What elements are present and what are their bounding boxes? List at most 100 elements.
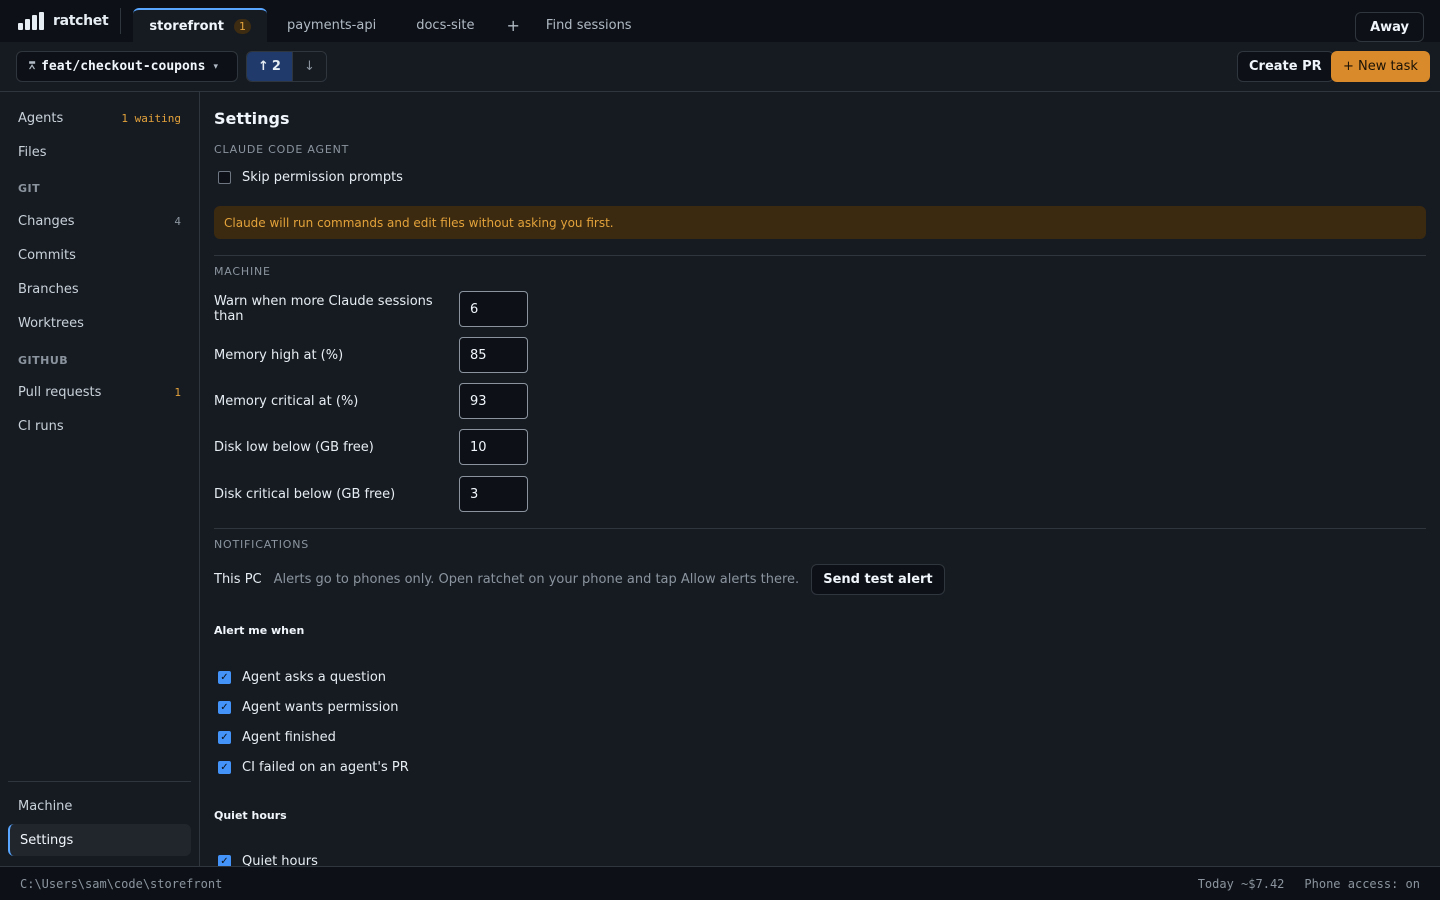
sidebar-item-label: CI runs [18, 418, 64, 434]
send-test-alert-button[interactable]: Send test alert [811, 564, 945, 595]
sidebar-section-github: GITHUB [18, 354, 69, 367]
alert-permission-checkbox[interactable]: Agent wants permission [218, 700, 398, 715]
alert-me-when-heading: Alert me when [214, 624, 305, 637]
sidebar-item-label: Pull requests [18, 384, 102, 400]
tab-label: storefront [149, 18, 224, 34]
memory-high-input[interactable] [459, 337, 528, 373]
checkbox-icon[interactable] [218, 701, 231, 714]
changes-count: 4 [174, 214, 181, 228]
status-bar: C:\Users\sam\code\storefront Today ~$7.4… [0, 866, 1440, 900]
add-tab-button[interactable]: + [495, 8, 532, 42]
checkbox-icon[interactable] [218, 731, 231, 744]
skip-permission-checkbox[interactable]: Skip permission prompts [218, 170, 403, 185]
sidebar-item-files[interactable]: Files [8, 136, 191, 168]
section-heading-notifications: NOTIFICATIONS [214, 538, 310, 551]
sidebar-item-label: Branches [18, 281, 79, 297]
sidebar-item-label: Worktrees [18, 315, 84, 331]
waiting-count: 1 waiting [121, 111, 181, 125]
find-sessions-button[interactable]: Find sessions [532, 8, 646, 42]
memory-critical-input[interactable] [459, 383, 528, 419]
sync-group: ↑ 2 ↓ [246, 51, 327, 82]
checkbox-icon[interactable] [218, 855, 231, 866]
sidebar-item-branches[interactable]: Branches [8, 273, 191, 305]
tab-docs-site[interactable]: docs-site [396, 8, 494, 42]
alert-question-checkbox[interactable]: Agent asks a question [218, 670, 386, 685]
away-button[interactable]: Away [1355, 12, 1424, 42]
field-row-sessions: Warn when more Claude sessions than [214, 291, 528, 327]
quiet-hours-heading: Quiet hours [214, 809, 287, 822]
field-label: Disk low below (GB free) [214, 439, 374, 455]
sidebar-item-label: Commits [18, 247, 76, 263]
checkbox-icon[interactable] [218, 671, 231, 684]
arrow-down-icon: ↓ [303, 59, 315, 74]
sidebar-item-label: Changes [18, 213, 75, 229]
cost-today: Today ~$7.42 [1197, 876, 1285, 891]
sidebar-item-worktrees[interactable]: Worktrees [8, 307, 191, 339]
sidebar-item-machine[interactable]: Machine [8, 790, 191, 822]
quiet-hours-checkbox[interactable]: Quiet hours [218, 854, 318, 866]
field-label: Disk critical below (GB free) [214, 486, 396, 502]
sessions-threshold-input[interactable] [459, 291, 528, 327]
sidebar-item-label: Machine [18, 798, 73, 814]
warning-banner: Claude will run commands and edit files … [214, 206, 1426, 239]
phone-access-status[interactable]: Phone access: on [1304, 877, 1420, 891]
alert-ci-failed-checkbox[interactable]: CI failed on an agent's PR [218, 760, 409, 775]
sidebar-item-label: Agents [18, 110, 64, 126]
checkbox-label: CI failed on an agent's PR [242, 760, 409, 775]
sidebar-item-agents[interactable]: Agents 1 waiting [8, 102, 191, 134]
git-branch-icon: ⩞ [29, 61, 36, 72]
tab-badge: 1 [234, 18, 251, 34]
sidebar-item-commits[interactable]: Commits [8, 239, 191, 271]
chevron-down-icon: ▾ [213, 61, 218, 72]
checkbox-label: Agent wants permission [242, 700, 399, 715]
branch-toolbar: ⩞ feat/checkout-coupons ▾ ↑ 2 ↓ Create P… [0, 42, 1440, 92]
sidebar-item-label: Files [18, 144, 47, 160]
this-pc-row: This PC Alerts go to phones only. Open r… [214, 564, 945, 595]
sidebar-item-pull-requests[interactable]: Pull requests 1 [8, 376, 191, 408]
branch-selector[interactable]: ⩞ feat/checkout-coupons ▾ [16, 51, 238, 82]
alert-finished-checkbox[interactable]: Agent finished [218, 730, 336, 745]
checkbox-label: Agent finished [242, 730, 336, 745]
sidebar-item-label: Settings [20, 832, 74, 848]
field-label: Memory critical at (%) [214, 393, 359, 409]
create-pr-button[interactable]: Create PR [1237, 51, 1334, 82]
field-label: Warn when more Claude sessions than [214, 294, 433, 324]
page-title: Settings [214, 109, 290, 128]
field-row-memory-high: Memory high at (%) [214, 337, 528, 373]
status-right: Today ~$7.42 Phone access: on [1198, 877, 1420, 891]
ratchet-logo-icon [18, 12, 44, 30]
tab-label: payments-api [287, 17, 377, 33]
pull-button[interactable]: ↓ [292, 52, 326, 81]
sidebar: Agents 1 waiting Files GIT Changes 4 Com… [0, 92, 200, 866]
sidebar-item-ci-runs[interactable]: CI runs [8, 410, 191, 442]
warning-text: Claude will run commands and edit files … [224, 215, 614, 230]
sidebar-item-settings[interactable]: Settings [8, 824, 191, 856]
disk-critical-input[interactable] [459, 476, 528, 512]
checkbox-icon[interactable] [218, 171, 231, 184]
field-row-memory-critical: Memory critical at (%) [214, 383, 528, 419]
top-tab-bar: ratchet storefront 1 payments-api docs-s… [0, 0, 1440, 42]
branch-name: feat/checkout-coupons [41, 59, 206, 74]
tab-payments-api[interactable]: payments-api [267, 8, 396, 42]
field-row-disk-low: Disk low below (GB free) [214, 429, 528, 465]
new-task-button[interactable]: + New task [1331, 51, 1430, 82]
checkbox-icon[interactable] [218, 761, 231, 774]
section-divider [214, 255, 1426, 256]
push-button[interactable]: ↑ 2 [247, 52, 293, 81]
pull-requests-count: 1 [174, 385, 181, 399]
field-row-disk-critical: Disk critical below (GB free) [214, 476, 528, 512]
checkbox-label: Agent asks a question [242, 670, 387, 685]
settings-panel: Settings CLAUDE CODE AGENT Skip permissi… [200, 92, 1440, 866]
checkbox-label: Skip permission prompts [242, 170, 403, 185]
disk-low-input[interactable] [459, 429, 528, 465]
tab-storefront[interactable]: storefront 1 [133, 8, 267, 42]
arrow-up-icon: ↑ [258, 59, 269, 74]
field-label: Memory high at (%) [214, 347, 344, 363]
app-name: ratchet [53, 13, 109, 29]
checkbox-label: Quiet hours [242, 854, 318, 866]
section-heading-claude: CLAUDE CODE AGENT [214, 143, 350, 156]
section-divider [214, 528, 1426, 529]
workspace-path: C:\Users\sam\code\storefront [20, 876, 223, 891]
sidebar-item-changes[interactable]: Changes 4 [8, 205, 191, 237]
section-heading-machine: MACHINE [214, 265, 271, 278]
